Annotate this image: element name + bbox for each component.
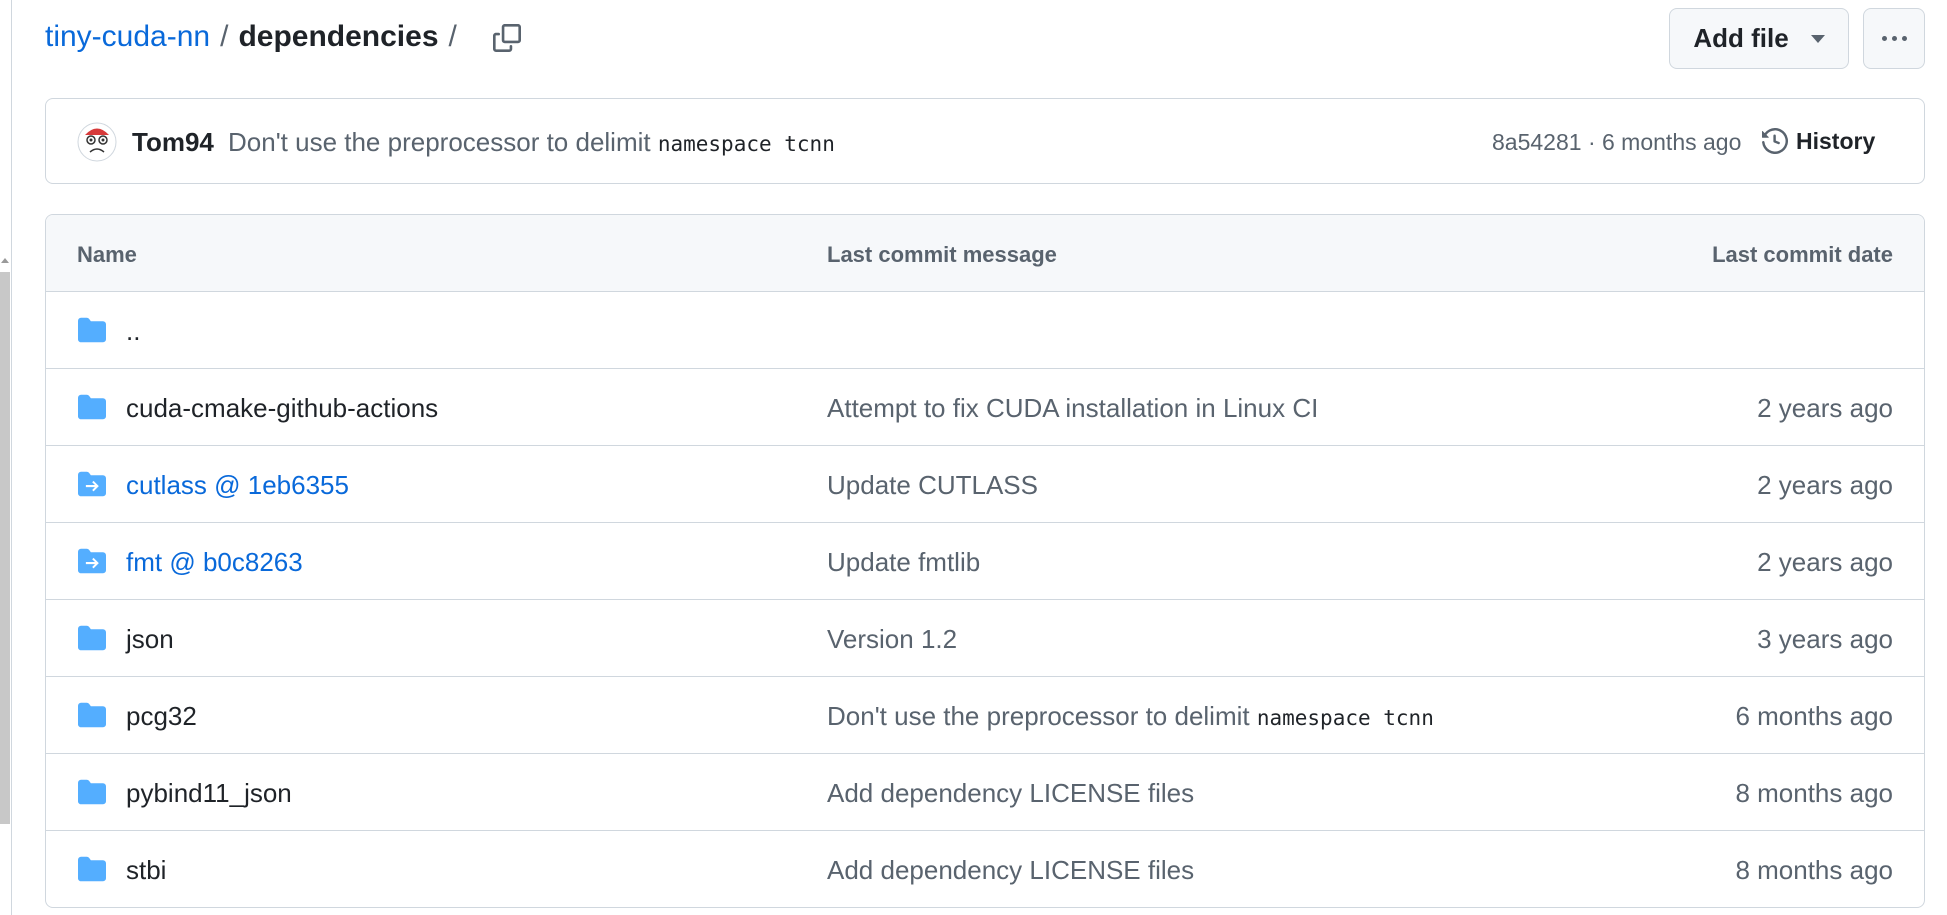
history-button[interactable]: History	[1762, 121, 1875, 161]
file-name-link[interactable]: cuda-cmake-github-actions	[126, 393, 438, 424]
submodule-icon	[76, 470, 108, 498]
commit-message-text: Add dependency LICENSE files	[827, 855, 1195, 885]
commit-message-text: Update CUTLASS	[827, 470, 1038, 500]
column-header-name: Name	[77, 242, 137, 267]
table-row[interactable]: ..	[46, 292, 1924, 369]
folder-icon	[76, 701, 108, 729]
table-row[interactable]: cuda-cmake-github-actions Attempt to fix …	[46, 369, 1924, 446]
folder-icon	[76, 624, 108, 652]
table-row[interactable]: pcg32 Don't use the preprocessor to delim…	[46, 677, 1924, 754]
file-name-link[interactable]: ..	[126, 316, 140, 347]
history-icon	[1762, 128, 1788, 154]
folder-icon	[76, 393, 108, 421]
file-name-link[interactable]: pybind11_json	[126, 778, 292, 809]
commit-message-link[interactable]: Attempt to fix CUDA installation in Linu…	[827, 393, 1318, 424]
folder-icon	[76, 316, 108, 344]
left-edge-scrollbar[interactable]	[0, 0, 12, 915]
commit-date: 8 months ago	[1735, 778, 1893, 808]
commit-date: 2 years ago	[1757, 470, 1893, 500]
scroll-up-arrow-icon[interactable]	[1, 258, 9, 263]
folder-icon	[76, 778, 108, 806]
commit-message-text: Version 1.2	[827, 624, 958, 654]
commit-message-text: Attempt to fix CUDA installation in Linu…	[827, 393, 1319, 423]
copy-path-button[interactable]	[487, 18, 527, 58]
table-row[interactable]: json Version 1.2 3 years ago	[46, 600, 1924, 677]
table-row[interactable]: stbi Add dependency LICENSE files 8 months…	[46, 831, 1924, 907]
add-file-button[interactable]: Add file	[1669, 8, 1849, 69]
commit-message-link[interactable]: Update fmtlib	[827, 547, 980, 578]
caret-down-icon	[1810, 34, 1825, 43]
breadcrumb-trailing-separator: /	[448, 20, 457, 53]
author-avatar[interactable]	[77, 122, 117, 162]
commit-message-link[interactable]: Don't use the preprocessor to delimit na…	[228, 127, 835, 158]
commit-hash-link[interactable]: 8a54281	[1492, 129, 1582, 155]
commit-date: 6 months ago	[1735, 701, 1893, 731]
page-header: tiny-cuda-nn / dependencies / Add file	[45, 0, 1925, 80]
commit-age: 6 months ago	[1602, 129, 1742, 155]
file-table: Name Last commit message Last commit dat…	[45, 214, 1925, 908]
file-name-link[interactable]: cutlass @ 1eb6355	[126, 470, 349, 501]
commit-date: 3 years ago	[1757, 624, 1893, 654]
commit-message-code: namespace tcnn	[657, 132, 835, 156]
commit-date: 8 months ago	[1735, 855, 1893, 885]
commit-date: 2 years ago	[1757, 393, 1893, 423]
commit-message-text: Don't use the preprocessor to delimit	[228, 127, 658, 157]
breadcrumb: tiny-cuda-nn / dependencies /	[45, 20, 467, 54]
commit-date: 2 years ago	[1757, 547, 1893, 577]
submodule-icon	[76, 547, 108, 575]
file-name-link[interactable]: json	[126, 624, 174, 655]
add-file-label: Add file	[1693, 23, 1789, 53]
copy-icon	[493, 24, 521, 52]
commit-message-link[interactable]: Add dependency LICENSE files	[827, 855, 1194, 886]
commit-message-text: Update fmtlib	[827, 547, 981, 577]
commit-message-link[interactable]: Add dependency LICENSE files	[827, 778, 1194, 809]
scrollbar-thumb[interactable]	[0, 272, 10, 824]
table-row[interactable]: pybind11_json Add dependency LICENSE file…	[46, 754, 1924, 831]
history-label: History	[1796, 127, 1876, 154]
commit-meta: 8a54281 · 6 months ago	[1492, 129, 1741, 156]
folder-icon	[76, 855, 108, 883]
table-row[interactable]: fmt @ b0c8263 Update fmtlib 2 years ago	[46, 523, 1924, 600]
breadcrumb-current-directory: dependencies	[238, 20, 439, 53]
commit-author-link[interactable]: Tom94	[132, 127, 214, 158]
meta-separator: ·	[1587, 129, 1596, 155]
breadcrumb-repo-link[interactable]: tiny-cuda-nn	[45, 20, 210, 54]
column-header-date: Last commit date	[1712, 242, 1893, 267]
column-header-message: Last commit message	[827, 242, 1057, 267]
breadcrumb-separator: /	[220, 20, 229, 53]
table-row[interactable]: cutlass @ 1eb6355 Update CUTLASS 2 years a…	[46, 446, 1924, 523]
commit-message-text: Add dependency LICENSE files	[827, 778, 1195, 808]
more-options-button[interactable]	[1863, 8, 1925, 69]
file-name-link[interactable]: stbi	[126, 855, 166, 886]
file-name-link[interactable]: pcg32	[126, 701, 197, 732]
file-name-link[interactable]: fmt @ b0c8263	[126, 547, 303, 578]
commit-message-link[interactable]: Don't use the preprocessor to delimit na…	[827, 701, 1434, 732]
table-header: Name Last commit message Last commit dat…	[46, 215, 1924, 292]
commit-message-code: namespace tcnn	[1256, 706, 1434, 730]
latest-commit-box: Tom94 Don't use the preprocessor to deli…	[45, 98, 1925, 184]
kebab-horizontal-icon	[1881, 36, 1887, 41]
commit-message-link[interactable]: Version 1.2	[827, 624, 957, 655]
commit-message-text: Don't use the preprocessor to delimit	[827, 701, 1257, 731]
commit-message-link[interactable]: Update CUTLASS	[827, 470, 1038, 501]
